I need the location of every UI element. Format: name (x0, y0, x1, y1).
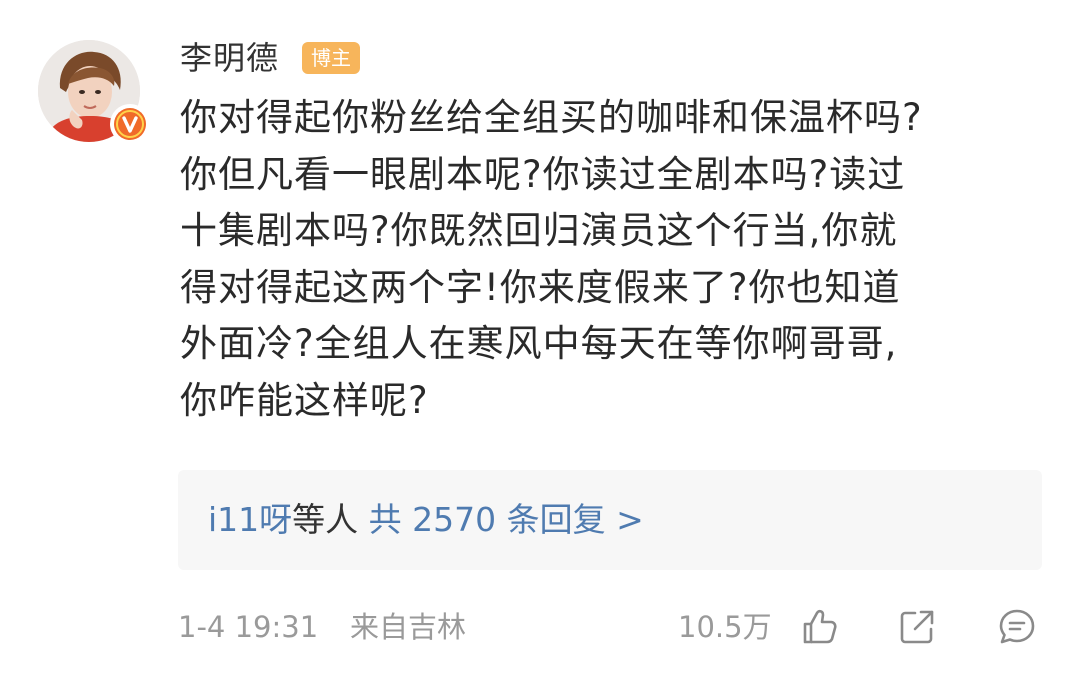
reply-user-name[interactable]: i11呀 (208, 500, 292, 539)
comment-text-line: 你对得起你粉丝给全组买的咖啡和保温杯吗? (180, 96, 923, 139)
verified-v-icon (114, 108, 146, 140)
reply-count-link[interactable]: 共 2570 条回复 > (369, 500, 644, 539)
comment-text-line: 十集剧本吗?你既然回归演员这个行当,你就 (180, 209, 898, 252)
like-count: 10.5万 (678, 610, 772, 644)
reply-button[interactable] (996, 606, 1038, 648)
replies-connector-text: 等人 (292, 500, 359, 539)
location: 来自吉林 (350, 610, 467, 644)
username[interactable]: 李明德 (180, 36, 279, 80)
share-icon (900, 610, 934, 644)
blogger-badge: 博主 (302, 42, 360, 74)
thumbs-up-icon (803, 609, 837, 644)
verified-badge (110, 104, 150, 144)
comment-text-line: 外面冷?全组人在寒风中每天在等你啊哥哥, (180, 322, 898, 365)
comment-footer: 1-4 19:31 来自吉林 10.5万 (178, 604, 1048, 652)
comment-card: 李明德 博主 你对得起你粉丝给全组买的咖啡和保温杯吗? 你但凡看一眼剧本呢?你读… (0, 0, 1080, 688)
comment-text-line: 你但凡看一眼剧本呢?你读过全剧本吗?读过 (180, 152, 906, 196)
avatar[interactable] (38, 40, 150, 144)
view-replies-link[interactable]: i11呀等人 共 2570 条回复 > (208, 496, 644, 544)
timestamp: 1-4 19:31 (178, 610, 319, 644)
comment-text: 你对得起你粉丝给全组买的咖啡和保温杯吗? 你但凡看一眼剧本呢?你读过全剧本吗?读… (180, 90, 1020, 429)
comment-icon (999, 609, 1035, 644)
replies-preview[interactable]: i11呀等人 共 2570 条回复 > (178, 470, 1042, 570)
like-button[interactable] (798, 606, 840, 648)
share-button[interactable] (896, 606, 938, 648)
comment-text-line: 你咋能这样呢? (180, 378, 429, 422)
comment-text-line: 得对得起这两个字!你来度假来了?你也知道 (180, 265, 901, 309)
